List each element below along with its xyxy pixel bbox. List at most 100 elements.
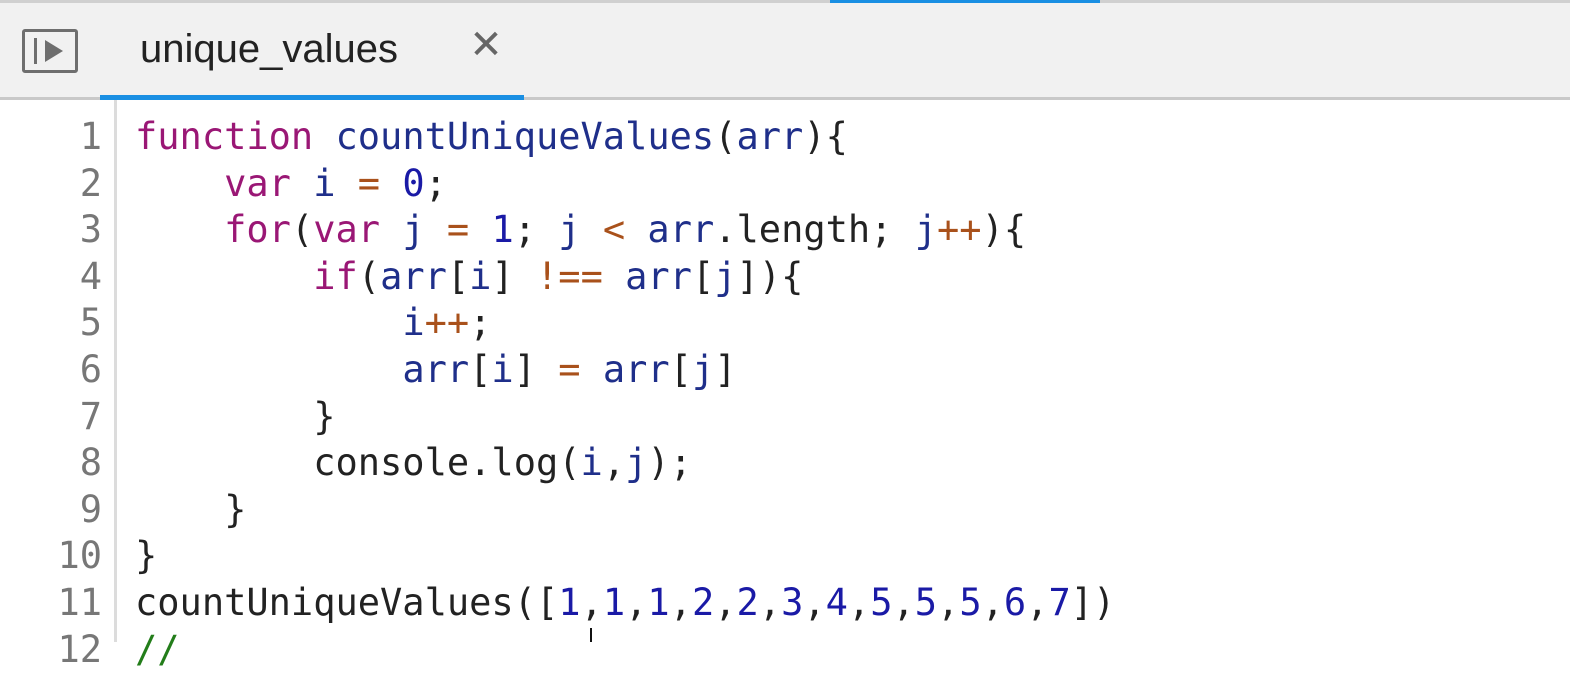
code-line: } <box>135 533 157 580</box>
code-token: j <box>402 208 425 252</box>
code-token: 1 <box>491 208 514 252</box>
code-token: , <box>892 581 915 624</box>
code-token: for <box>224 208 291 252</box>
code-token: , <box>714 581 737 624</box>
code-token: , <box>625 581 648 624</box>
code-token: < <box>602 208 626 252</box>
code-token: i <box>313 161 336 205</box>
line-number: 11 <box>57 581 102 624</box>
code-token: [ <box>669 348 692 391</box>
code-token: countUniqueValues([ <box>135 581 559 624</box>
code-token: = <box>446 208 470 252</box>
code-token: ]){ <box>736 254 804 298</box>
code-token: console.log( <box>135 441 581 485</box>
code-token: , <box>669 581 692 624</box>
text-caret <box>590 628 592 642</box>
code-line: i++; <box>135 300 491 347</box>
line-number: 10 <box>57 534 102 578</box>
code-token: arr <box>380 254 447 298</box>
code-token: ] <box>491 254 537 298</box>
code-token: 2 <box>736 581 759 624</box>
code-token: [ <box>446 254 470 298</box>
panel-toggle-icon[interactable] <box>22 29 78 73</box>
code-token: i <box>491 348 514 391</box>
code-token: 1 <box>602 581 626 624</box>
code-token: j <box>558 208 581 252</box>
code-token: } <box>135 394 336 438</box>
code-token: , <box>847 581 871 624</box>
code-token: ( <box>714 115 737 158</box>
line-number: 2 <box>79 161 102 205</box>
code-token: ]) <box>1070 581 1116 624</box>
code-token: j <box>691 348 715 391</box>
tab-title: unique_values <box>140 27 398 71</box>
code-token: 5 <box>870 581 893 624</box>
code-token: arr <box>647 208 715 252</box>
code-token: 0 <box>402 161 425 205</box>
code-line: function countUniqueValues(arr){ <box>135 114 848 161</box>
line-number: 7 <box>79 394 102 438</box>
code-line: } <box>135 394 335 441</box>
code-token: ); <box>647 441 692 485</box>
code-token: , <box>758 581 782 624</box>
code-token: j <box>625 441 648 485</box>
code-token: 1 <box>558 581 581 624</box>
code-token: = <box>558 348 581 391</box>
line-number-gutter: 1 2 3 4 5 6 7 8 9 10 11 12 <box>0 100 117 671</box>
code-token: ++ <box>424 301 470 345</box>
code-token: j <box>714 254 737 298</box>
code-token: , <box>937 581 960 624</box>
code-token: [ <box>691 254 715 298</box>
line-number: 12 <box>57 627 102 671</box>
close-icon[interactable]: ✕ <box>468 25 504 65</box>
code-token: 1 <box>647 581 670 624</box>
code-line: if(arr[i] !== arr[j]){ <box>135 254 803 301</box>
code-line: var i = 0; <box>135 161 447 208</box>
line-number: 5 <box>79 301 102 345</box>
code-line: arr[i] = arr[j] <box>135 347 736 394</box>
code-token: 5 <box>914 581 938 624</box>
code-token: ( <box>290 208 314 252</box>
code-token: i <box>402 301 425 345</box>
code-token: var <box>313 208 381 252</box>
code-token: ; <box>424 161 447 205</box>
editor-tab-bar: unique_values ✕ <box>0 3 1570 100</box>
code-token: .length; <box>714 208 915 252</box>
line-number: 1 <box>79 115 102 158</box>
code-token: ){ <box>981 208 1027 252</box>
code-token: var <box>224 161 291 205</box>
code-token: 4 <box>825 581 848 624</box>
code-token: arr <box>736 115 804 158</box>
line-number: 3 <box>79 208 102 252</box>
code-token: , <box>580 581 603 624</box>
code-token: ] <box>513 348 559 391</box>
code-token: [ <box>469 348 492 391</box>
panel-toggle-divider <box>34 38 37 64</box>
code-editor[interactable]: function countUniqueValues(arr){ var i =… <box>135 100 1555 671</box>
tab-unique-values[interactable]: unique_values ✕ <box>100 3 524 100</box>
code-token: arr <box>625 254 692 298</box>
code-token: ){ <box>803 115 848 158</box>
code-token: i <box>580 441 603 485</box>
line-number: 4 <box>79 254 102 298</box>
code-token: ; <box>513 208 559 252</box>
code-token: ( <box>357 254 381 298</box>
code-token: 2 <box>691 581 715 624</box>
code-token: countUniqueValues <box>335 115 715 158</box>
code-token: i <box>469 254 492 298</box>
code-token: 7 <box>1048 581 1071 624</box>
code-token: function <box>135 115 314 158</box>
